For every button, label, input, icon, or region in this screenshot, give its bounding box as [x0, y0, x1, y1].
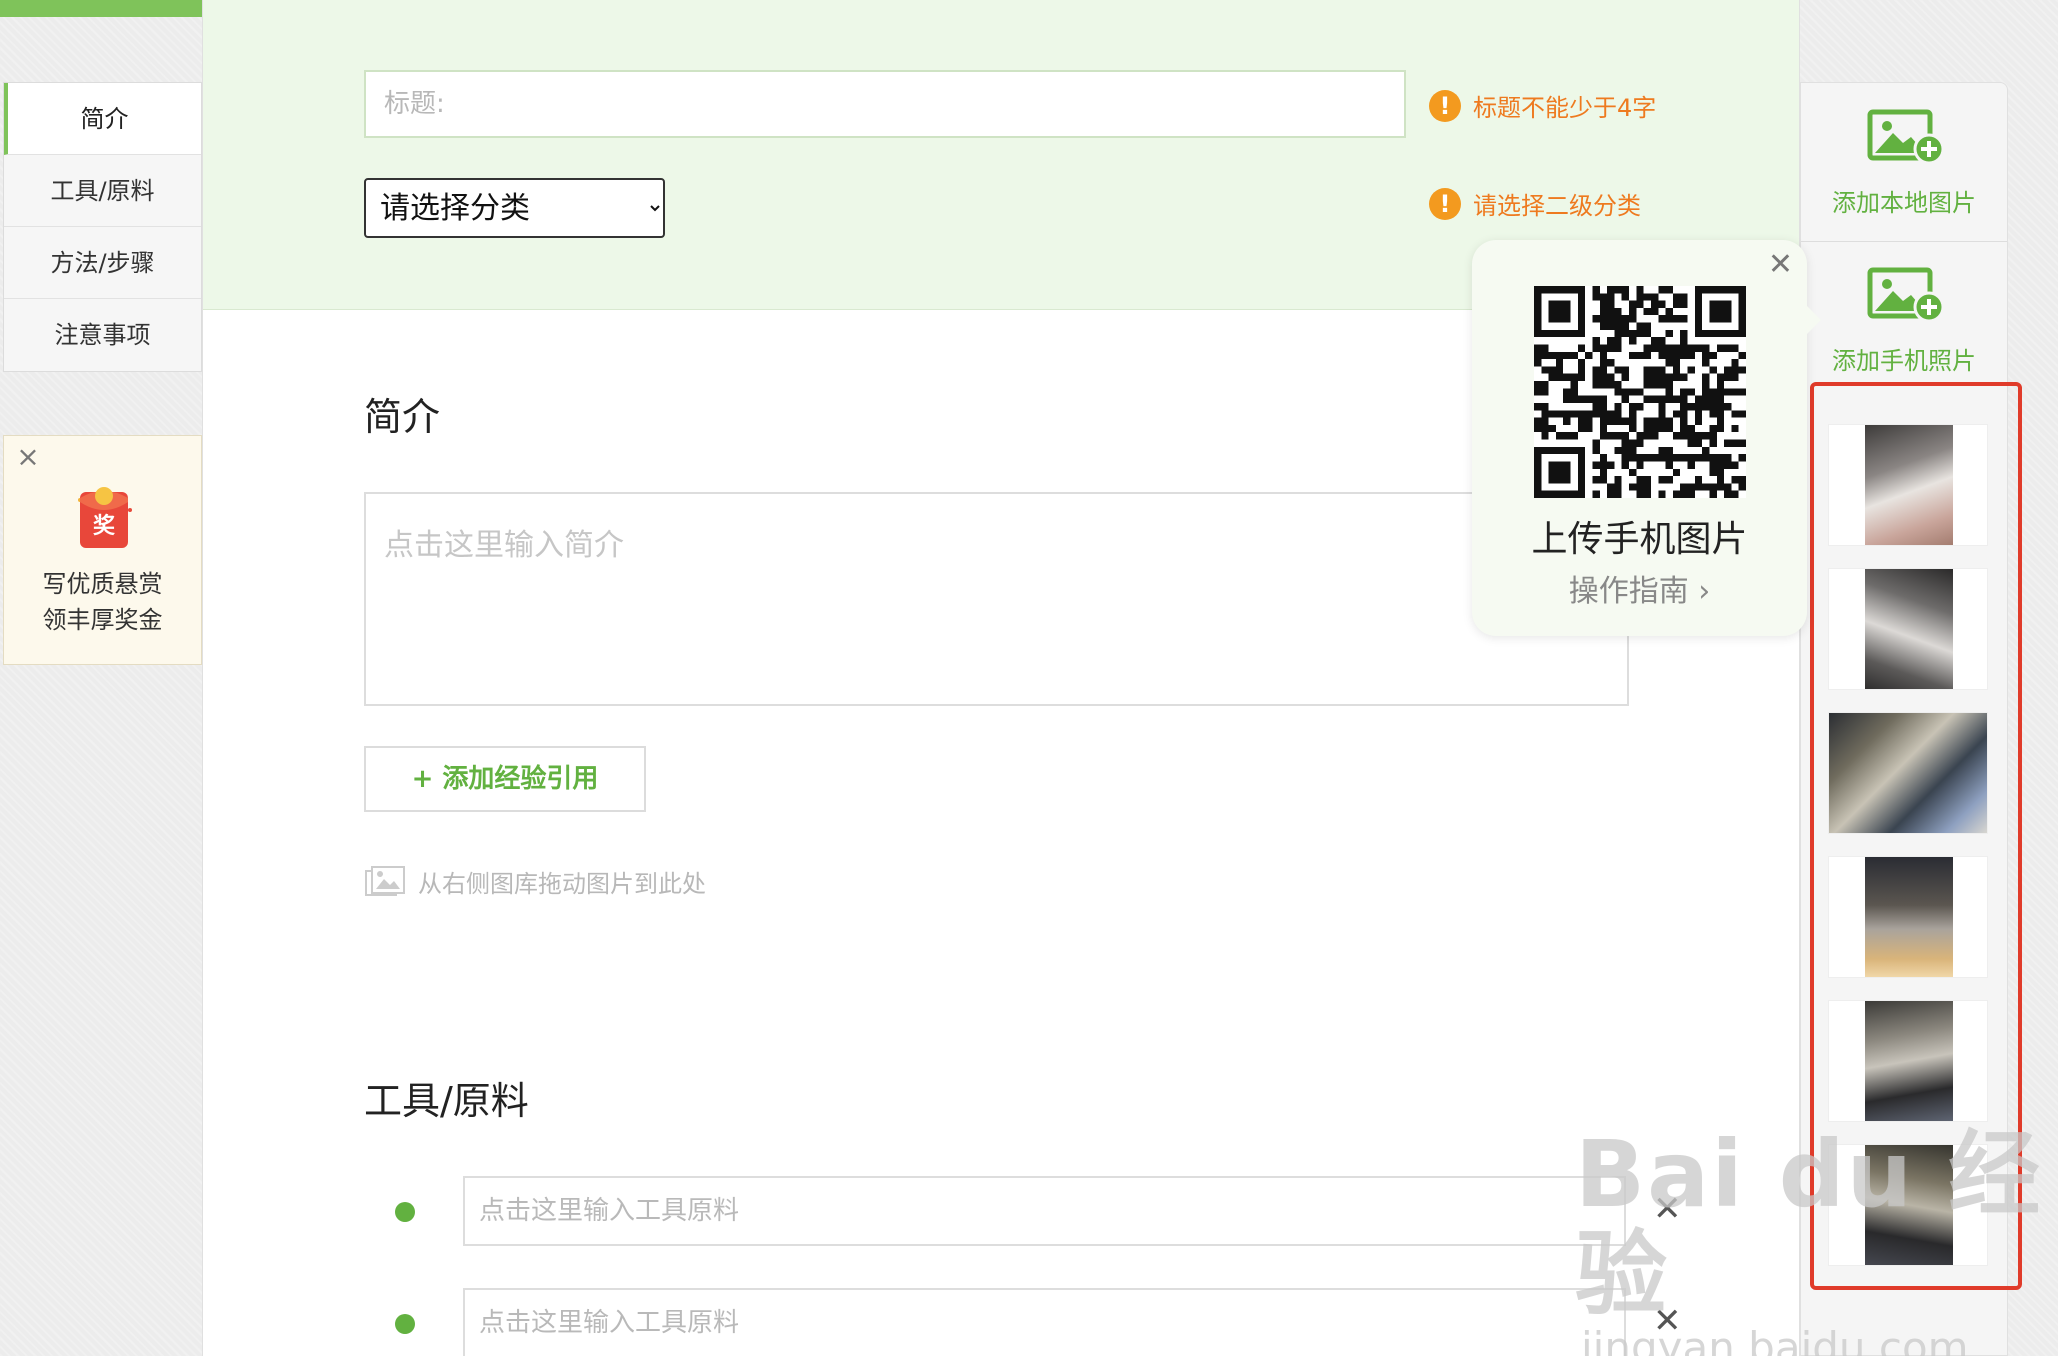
- photo-thumbnail[interactable]: [1828, 856, 1988, 978]
- operation-guide-link[interactable]: 操作指南 ›: [1472, 566, 1807, 610]
- add-image-icon: [1867, 267, 1945, 323]
- cat-photo: [1865, 1001, 1953, 1121]
- editor-panel: 请选择分类 ! 标题不能少于4字 ! 请选择二级分类 简介 + 添加经验引用 从…: [202, 0, 1800, 1356]
- category-warning-text: 请选择二级分类: [1473, 192, 1641, 220]
- title-input[interactable]: [364, 70, 1406, 138]
- photo-thumbnail[interactable]: [1828, 712, 1988, 834]
- category-warning: ! 请选择二级分类: [1429, 186, 1641, 221]
- reward-text: 写优质悬赏 领丰厚奖金: [4, 566, 201, 638]
- add-phone-label: 添加手机照片: [1832, 347, 1976, 375]
- reward-line-1: 写优质悬赏: [42, 570, 163, 598]
- tool-row: ✕: [364, 1176, 1682, 1248]
- add-reference-button[interactable]: + 添加经验引用: [364, 746, 646, 812]
- tool-input[interactable]: [463, 1176, 1626, 1246]
- nav-item-notes[interactable]: 注意事项: [4, 299, 201, 371]
- red-envelope-icon: 奖: [78, 487, 132, 548]
- add-local-image-button[interactable]: 添加本地图片: [1801, 83, 2007, 241]
- reward-promo[interactable]: × 奖 写优质悬赏 领丰厚奖金: [3, 435, 202, 665]
- photo-thumbnail[interactable]: [1828, 424, 1988, 546]
- intro-textarea[interactable]: [364, 492, 1629, 706]
- add-local-label: 添加本地图片: [1832, 189, 1976, 217]
- delete-icon[interactable]: ✕: [1653, 1192, 1682, 1226]
- warning-icon: !: [1429, 89, 1461, 122]
- category-select[interactable]: 请选择分类: [364, 178, 665, 238]
- close-icon[interactable]: ✕: [1768, 250, 1793, 280]
- image-placeholder-icon: [365, 865, 405, 896]
- cat-photo: [1865, 569, 1953, 689]
- close-icon[interactable]: ×: [16, 443, 40, 471]
- qr-code: [1534, 286, 1746, 498]
- intro-section-title: 简介: [364, 395, 441, 439]
- drag-image-hint: 从右侧图库拖动图片到此处: [364, 864, 706, 899]
- envelope-label: 奖: [93, 513, 116, 539]
- tools-section-title: 工具/原料: [364, 1079, 529, 1123]
- drag-hint-text: 从右侧图库拖动图片到此处: [418, 870, 706, 898]
- top-accent-bar: [0, 0, 202, 17]
- delete-icon[interactable]: ✕: [1653, 1304, 1682, 1338]
- nav-item-intro[interactable]: 简介: [4, 83, 201, 155]
- cat-photo: [1865, 857, 1953, 977]
- section-nav: 简介 工具/原料 方法/步骤 注意事项: [3, 82, 202, 372]
- title-warning: ! 标题不能少于4字: [1429, 88, 1656, 123]
- tool-row: ✕: [364, 1288, 1682, 1356]
- cat-photo: [1829, 713, 1987, 833]
- add-phone-photo-button[interactable]: 添加手机照片: [1801, 241, 2007, 399]
- cat-photo: [1865, 425, 1953, 545]
- warning-icon: !: [1429, 187, 1461, 220]
- nav-item-tools[interactable]: 工具/原料: [4, 155, 201, 227]
- photo-gallery: [1810, 382, 2022, 1290]
- reward-line-2: 领丰厚奖金: [42, 606, 163, 634]
- cat-photo: [1865, 1145, 1953, 1265]
- title-warning-text: 标题不能少于4字: [1473, 94, 1657, 122]
- tool-input[interactable]: [463, 1288, 1626, 1356]
- qr-title: 上传手机图片: [1531, 519, 1748, 560]
- add-image-icon: [1867, 109, 1945, 165]
- photo-thumbnail[interactable]: [1828, 1144, 1988, 1266]
- photo-thumbnail[interactable]: [1828, 1000, 1988, 1122]
- bullet-icon: [395, 1314, 415, 1334]
- bullet-icon: [395, 1202, 415, 1222]
- nav-item-steps[interactable]: 方法/步骤: [4, 227, 201, 299]
- photo-thumbnail[interactable]: [1828, 568, 1988, 690]
- qr-upload-popup: ✕ 上传手机图片 操作指南 ›: [1472, 240, 1821, 636]
